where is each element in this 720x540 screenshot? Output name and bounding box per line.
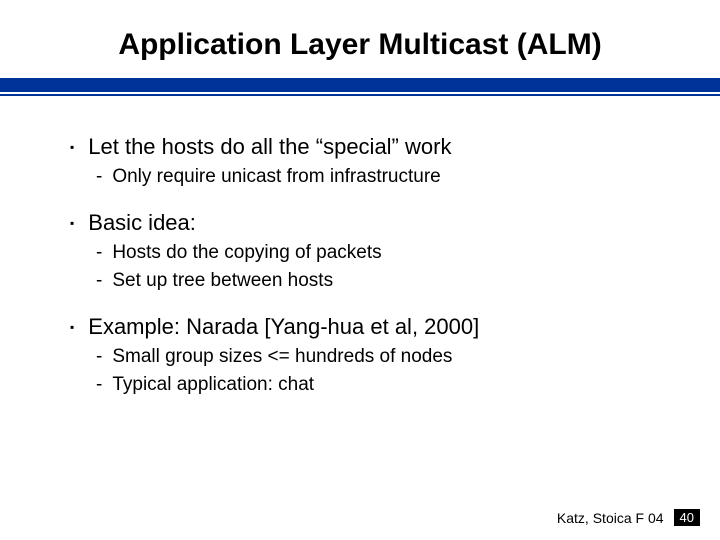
bullet-text: Basic idea: [88,210,196,236]
square-bullet-icon: ▪ [70,134,74,160]
dash-bullet-icon: - [96,242,102,264]
bullet-text: Typical application: chat [112,374,314,396]
bullet-level2: - Hosts do the copying of packets [96,242,650,264]
bullet-text: Set up tree between hosts [112,270,333,292]
square-bullet-icon: ▪ [70,210,74,236]
bullet-text: Example: Narada [Yang-hua et al, 2000] [88,314,479,340]
footer: Katz, Stoica F 04 40 [557,509,700,526]
rule-thick [0,78,720,92]
bullet-level1: ▪ Example: Narada [Yang-hua et al, 2000] [70,314,650,340]
bullet-text: Small group sizes <= hundreds of nodes [112,346,452,368]
title-rule [0,78,720,96]
bullet-level2: - Set up tree between hosts [96,270,650,292]
bullet-group-2: ▪ Basic idea: - Hosts do the copying of … [70,210,650,292]
bullet-text: Only require unicast from infrastructure [112,166,440,188]
bullet-group-1: ▪ Let the hosts do all the “special” wor… [70,134,650,188]
footer-credit: Katz, Stoica F 04 [557,510,664,526]
bullet-level1: ▪ Basic idea: [70,210,650,236]
dash-bullet-icon: - [96,374,102,396]
bullet-level2: - Small group sizes <= hundreds of nodes [96,346,650,368]
slide: Application Layer Multicast (ALM) ▪ Let … [0,0,720,540]
square-bullet-icon: ▪ [70,314,74,340]
slide-body: ▪ Let the hosts do all the “special” wor… [0,96,720,396]
bullet-text: Let the hosts do all the “special” work [88,134,451,160]
dash-bullet-icon: - [96,166,102,188]
dash-bullet-icon: - [96,270,102,292]
page-number: 40 [674,509,700,526]
slide-title: Application Layer Multicast (ALM) [0,0,720,72]
bullet-level2: - Typical application: chat [96,374,650,396]
bullet-level1: ▪ Let the hosts do all the “special” wor… [70,134,650,160]
bullet-level2: - Only require unicast from infrastructu… [96,166,650,188]
bullet-text: Hosts do the copying of packets [112,242,381,264]
bullet-group-3: ▪ Example: Narada [Yang-hua et al, 2000]… [70,314,650,396]
dash-bullet-icon: - [96,346,102,368]
